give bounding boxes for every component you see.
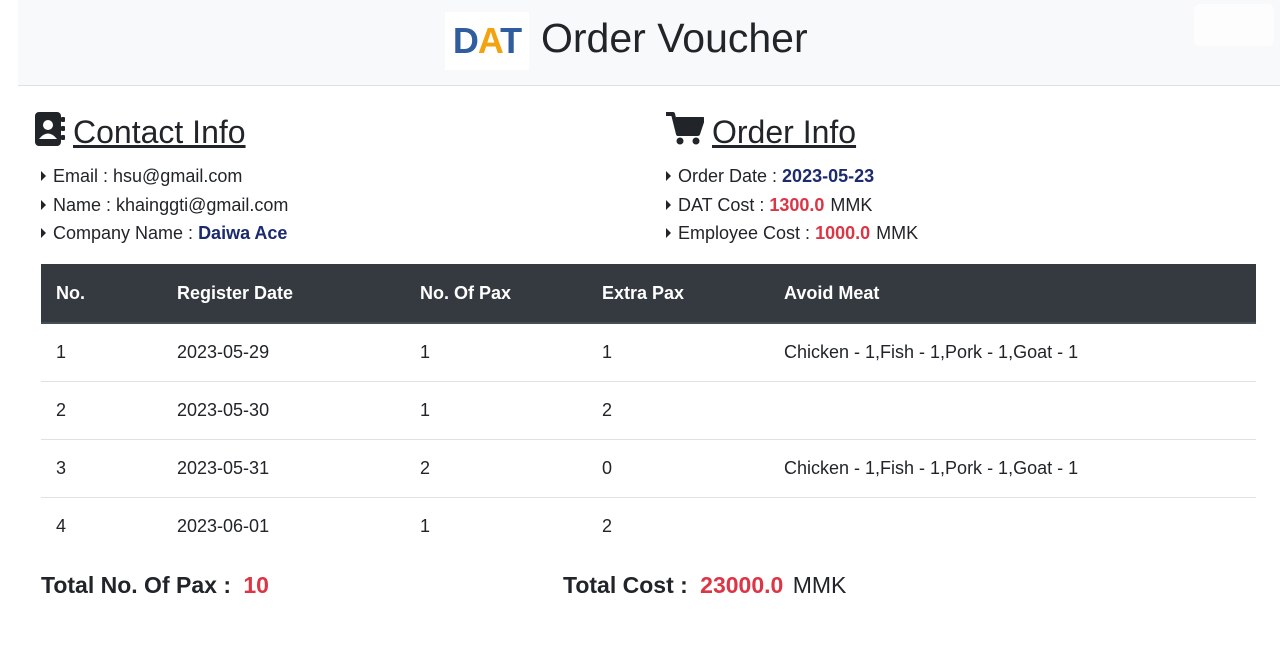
col-header-extra-pax: Extra Pax [587,264,769,324]
contact-info-list: Email : hsu@gmail.com Name : khainggti@g… [41,162,288,248]
cell-avoid-meat [769,498,1256,556]
table-row: 2 2023-05-30 1 2 [41,381,1256,440]
cell-no-of-pax: 2 [405,439,587,498]
col-header-no-of-pax: No. Of Pax [405,264,587,324]
order-date-label: Order Date : [678,166,778,186]
total-pax-label: Total No. Of Pax : [41,572,238,598]
page-title: Order Voucher [541,15,808,61]
order-info-list: Order Date : 2023-05-23 DAT Cost : 1300.… [666,162,918,248]
order-date-value: 2023-05-23 [782,166,875,186]
caret-right-icon [666,228,671,239]
caret-right-icon [41,171,46,182]
cell-register-date: 2023-05-31 [162,439,405,498]
cell-no-of-pax: 1 [420,516,431,536]
order-info-heading: Order Info [666,112,856,151]
dat-cost-item: DAT Cost : 1300.0 MMK [666,191,918,220]
table-header-row: No. Register Date No. Of Pax Extra Pax A… [41,264,1256,324]
name-label: Name : [53,194,112,215]
blank-area [1194,4,1274,46]
page-header: DAT Order Voucher [18,0,1280,86]
cell-extra-pax: 2 [587,381,769,440]
email-item: Email : hsu@gmail.com [41,162,288,191]
cell-no: 3 [41,439,162,498]
cell-extra-pax: 1 [587,323,769,382]
order-date-item: Order Date : 2023-05-23 [666,162,918,191]
email-label: Email : [53,166,109,186]
address-book-icon [35,112,65,151]
table-row: 1 2023-05-29 1 1 Chicken - 1,Fish - 1,Po… [41,323,1256,382]
total-cost-value: 23000.0 [700,572,784,598]
cell-extra-pax: 0 [587,439,769,498]
total-cost: Total Cost : 23000.0 MMK [563,572,846,599]
email-value: hsu@gmail.com [113,166,243,186]
caret-right-icon [41,228,46,239]
order-info-title: Order Info [712,113,857,150]
cell-no-of-pax: 1 [405,323,587,382]
order-table: No. Register Date No. Of Pax Extra Pax A… [41,264,1256,555]
company-item: Company Name : Daiwa Ace [41,219,288,248]
total-pax-value: 10 [243,572,269,598]
employee-cost-currency: MMK [876,223,919,243]
col-header-register-date: Register Date [162,264,405,324]
total-cost-currency: MMK [792,572,847,598]
name-value: khainggti@gmail.com [116,194,289,215]
logo-text: DAT [452,20,522,61]
contact-info-heading: Contact Info [35,112,246,151]
employee-cost-value: 1000.0 [815,223,871,243]
cell-avoid-meat: Chicken - 1,Fish - 1,Pork - 1,Goat - 1 [769,439,1256,498]
shopping-cart-icon [666,112,705,151]
caret-right-icon [666,171,671,182]
dat-cost-currency: MMK [830,194,873,215]
col-header-avoid-meat: Avoid Meat [769,264,1256,324]
cell-avoid-meat: Chicken - 1,Fish - 1,Pork - 1,Goat - 1 [769,323,1256,382]
cell-register-date: 2023-05-30 [162,381,405,440]
dat-cost-value: 1300.0 [769,194,825,215]
cell-register-date: 2023-06-01 [177,516,270,536]
dat-logo: DAT [445,12,529,70]
employee-cost-label: Employee Cost : [678,223,811,243]
cell-no: 4 [56,516,67,536]
company-label: Company Name : [53,223,194,243]
table-row: 4 2023-06-01 1 2 [41,498,1256,556]
table-row: 3 2023-05-31 2 0 Chicken - 1,Fish - 1,Po… [41,439,1256,498]
employee-cost-item: Employee Cost : 1000.0 MMK [666,219,918,248]
cell-register-date: 2023-05-29 [162,323,405,382]
col-header-no: No. [41,264,162,324]
cell-no: 2 [41,381,162,440]
name-item: Name : khainggti@gmail.com [41,191,288,220]
caret-right-icon [41,199,46,210]
company-value: Daiwa Ace [198,223,288,243]
dat-cost-label: DAT Cost : [678,194,765,215]
cell-no: 1 [41,323,162,382]
contact-info-title: Contact Info [73,113,246,150]
total-cost-label: Total Cost : [563,572,695,598]
cell-extra-pax: 2 [602,516,613,536]
total-pax: Total No. Of Pax : 10 [41,572,269,599]
caret-right-icon [666,199,671,210]
cell-no-of-pax: 1 [405,381,587,440]
cell-avoid-meat [769,381,1256,440]
